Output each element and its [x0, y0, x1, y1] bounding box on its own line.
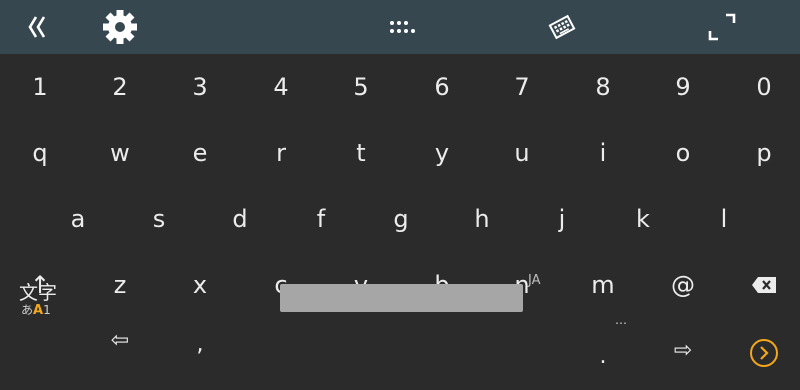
key-g[interactable]: g [361, 186, 441, 252]
cursor-right-key[interactable]: ⇨ [643, 328, 723, 372]
backspace-key[interactable] [724, 252, 800, 318]
key-i[interactable]: i [563, 120, 643, 186]
key-5[interactable]: 5 [321, 54, 401, 120]
more-symbols-hint: … [615, 313, 628, 327]
key-a[interactable]: a [38, 186, 118, 252]
middle-letter-row: a s d f g h j k l [0, 186, 800, 252]
key-q[interactable]: q [0, 120, 80, 186]
key-t[interactable]: t [321, 120, 401, 186]
drag-handle[interactable] [380, 0, 424, 54]
key-x[interactable]: x [160, 252, 240, 318]
mode-alpha-active: A [33, 303, 44, 318]
key-e[interactable]: e [160, 120, 240, 186]
period-key[interactable]: . [563, 334, 643, 378]
key-l[interactable]: l [684, 186, 764, 252]
key-7[interactable]: 7 [482, 54, 562, 120]
backspace-icon [752, 277, 776, 293]
grip-dots-icon [390, 21, 415, 33]
key-0[interactable]: 0 [724, 54, 800, 120]
key-2[interactable]: 2 [80, 54, 160, 120]
fullscreen-button[interactable] [700, 0, 744, 54]
fullscreen-icon [708, 13, 736, 41]
key-o[interactable]: o [643, 120, 723, 186]
gear-icon [103, 10, 137, 44]
key-z[interactable]: z [80, 252, 160, 318]
key-w[interactable]: w [80, 120, 160, 186]
key-s[interactable]: s [119, 186, 199, 252]
key-d[interactable]: d [200, 186, 280, 252]
comma-key[interactable]: , [160, 322, 240, 366]
number-row: 1 2 3 4 5 6 7 8 9 0 [0, 54, 800, 120]
keyboard-switch-button[interactable] [540, 0, 584, 54]
language-badge: JA [528, 273, 541, 288]
key-k[interactable]: k [603, 186, 683, 252]
go-button[interactable] [748, 337, 780, 369]
circle-arrow-right-icon [750, 339, 778, 367]
top-letter-row: q w e r t y u i o p [0, 120, 800, 186]
key-j[interactable]: j [522, 186, 602, 252]
key-1[interactable]: 1 [0, 54, 80, 120]
keyboard-toolbar [0, 0, 800, 54]
mode-number: 1 [43, 303, 51, 317]
key-4[interactable]: 4 [241, 54, 321, 120]
collapse-button[interactable] [16, 0, 60, 54]
settings-button[interactable] [98, 0, 142, 54]
space-bar[interactable] [280, 284, 523, 312]
key-m[interactable]: m [563, 252, 643, 318]
key-f[interactable]: f [281, 186, 361, 252]
keyboard-icon [548, 14, 576, 40]
mode-label-scripts: あA1 [21, 301, 51, 318]
key-p[interactable]: p [724, 120, 800, 186]
double-chevron-left-icon [28, 16, 46, 38]
key-r[interactable]: r [241, 120, 321, 186]
key-3[interactable]: 3 [160, 54, 240, 120]
key-8[interactable]: 8 [563, 54, 643, 120]
key-h[interactable]: h [442, 186, 522, 252]
cursor-left-key[interactable]: ⇦ [80, 318, 160, 362]
mode-hiragana: あ [21, 303, 34, 317]
key-y[interactable]: y [402, 120, 482, 186]
key-6[interactable]: 6 [402, 54, 482, 120]
key-at[interactable]: @ [643, 252, 723, 318]
key-9[interactable]: 9 [643, 54, 723, 120]
key-u[interactable]: u [482, 120, 562, 186]
